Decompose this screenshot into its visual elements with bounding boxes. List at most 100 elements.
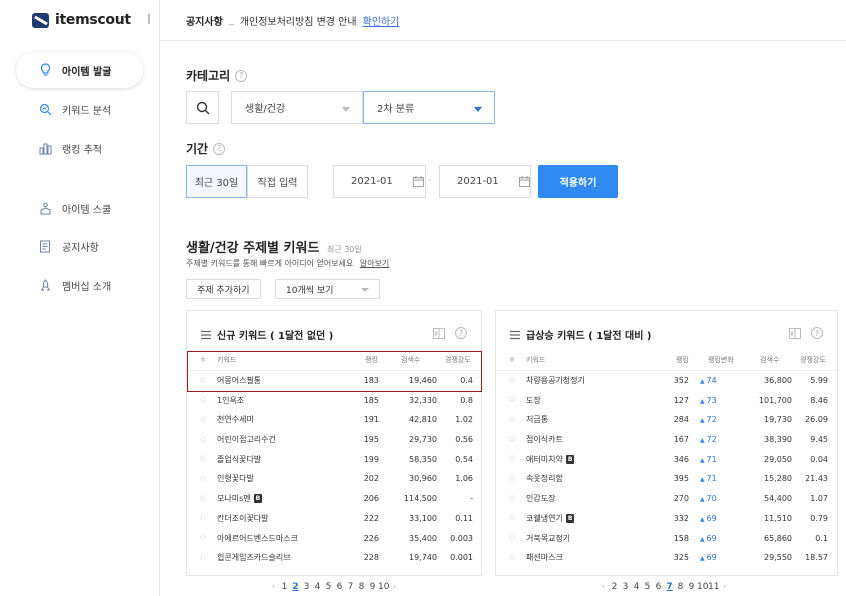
star-icon[interactable]: ☆ <box>199 494 207 504</box>
page-number[interactable]: 2 <box>609 582 620 592</box>
keyword-cell[interactable]: 도장 <box>526 395 541 406</box>
page-number[interactable]: 11 <box>708 582 719 592</box>
table-row[interactable]: ☆ 인형꽃다발 202 30,960 1.06 <box>187 469 481 489</box>
chevron-left-icon[interactable]: ‹ <box>598 582 609 592</box>
category-first-select[interactable]: 생활/건강 <box>231 91 363 124</box>
keyword-cell[interactable]: 속옷정리함 <box>526 473 563 484</box>
star-icon[interactable]: ☆ <box>508 435 516 445</box>
star-icon[interactable]: ☆ <box>508 474 516 484</box>
keyword-cell[interactable]: 어린이접고리수건 <box>217 434 276 445</box>
period-end-input[interactable]: 2021-01 <box>439 165 531 198</box>
table-row[interactable]: ☆ 코웰냉연기 B 332 ▲ 69 11,510 0.79 <box>496 509 837 529</box>
nav-item-notice[interactable]: 공지사항 <box>16 228 143 264</box>
star-icon[interactable]: ☆ <box>508 454 516 464</box>
star-icon[interactable]: ☆ <box>199 533 207 543</box>
header-competition[interactable]: 경쟁강도 <box>800 355 826 365</box>
page-number[interactable]: 3 <box>620 582 631 592</box>
table-row[interactable]: ☆ 차량용공기청정기 352 ▲ 74 36,800 5.99 <box>496 371 837 391</box>
nav-item-membership[interactable]: 멤버십 소개 <box>16 267 143 303</box>
keyword-cell[interactable]: 졸업식꽃다발 <box>217 454 261 465</box>
notice-link[interactable]: 확인하기 <box>363 13 400 28</box>
header-keyword[interactable]: 키워드 <box>526 355 545 365</box>
page-number[interactable]: 10 <box>697 582 708 592</box>
star-icon[interactable]: ☆ <box>508 533 516 543</box>
period-start-input[interactable]: 2021-01 <box>333 165 426 198</box>
page-number[interactable]: 8 <box>356 582 367 592</box>
add-theme-button[interactable]: 주제 추가하기 <box>186 279 261 299</box>
keyword-cell[interactable]: 인감도장 <box>526 493 555 504</box>
header-rank-change[interactable]: 랭킹변화 <box>708 355 734 365</box>
page-size-select[interactable]: 10개씩 보기 <box>275 279 380 299</box>
nav-item-discover[interactable]: 아이템 발굴 <box>16 52 143 88</box>
keyword-cell[interactable]: 애터미치약 B <box>526 454 575 465</box>
page-number[interactable]: 8 <box>675 582 686 592</box>
star-icon[interactable]: ☆ <box>508 395 516 405</box>
nav-item-school[interactable]: 아이템 스쿨 <box>16 190 143 226</box>
table-row[interactable]: ☆ 저금통 284 ▲ 72 19,730 26.09 <box>496 410 837 430</box>
star-icon[interactable]: ☆ <box>199 435 207 445</box>
table-row[interactable]: ☆ 접이식카트 167 ▲ 72 38,390 9.45 <box>496 430 837 450</box>
keyword-cell[interactable]: 모나미s펜 B <box>217 493 263 504</box>
page-number[interactable]: 6 <box>653 582 664 592</box>
table-row[interactable]: ☆ 아에르어드벤스드마스크 226 35,400 0.003 <box>187 528 481 548</box>
page-number[interactable]: 9 <box>367 582 378 592</box>
chevron-left-icon[interactable]: ‹ <box>268 582 279 592</box>
nav-item-rank-tracking[interactable]: 랭킹 추적 <box>16 130 143 166</box>
star-icon[interactable]: ☆ <box>199 553 207 563</box>
help-icon[interactable]: ? <box>811 327 823 339</box>
star-icon[interactable]: ☆ <box>199 395 207 405</box>
keyword-cell[interactable]: 1인욕조 <box>217 395 244 406</box>
star-icon[interactable]: ☆ <box>508 553 516 563</box>
excel-icon[interactable] <box>433 327 445 339</box>
header-search[interactable]: 검색수 <box>760 355 779 365</box>
table-row[interactable]: ☆ 1인욕조 185 32,330 0.8 <box>187 390 481 410</box>
table-row[interactable]: ☆ 힙콘게임즈카드슬리브 228 19,740 0.001 <box>187 548 481 568</box>
table-row[interactable]: ☆ 모나미s펜 B 206 114,500 - <box>187 489 481 509</box>
table-row[interactable]: ☆ 졸업식꽃다발 199 58,350 0.54 <box>187 449 481 469</box>
star-icon[interactable]: ☆ <box>508 376 516 386</box>
table-row[interactable]: ☆ 애터미치약 B 346 ▲ 71 29,050 0.04 <box>496 449 837 469</box>
sidebar-collapse-handle[interactable] <box>148 14 150 24</box>
table-row[interactable]: ☆ 거북목교정기 158 ▲ 69 65,860 0.1 <box>496 528 837 548</box>
page-number[interactable]: 3 <box>301 582 312 592</box>
page-number[interactable]: 5 <box>323 582 334 592</box>
star-icon[interactable]: ☆ <box>508 494 516 504</box>
page-number[interactable]: 7 <box>345 582 356 592</box>
star-icon[interactable]: ☆ <box>508 513 516 523</box>
table-row[interactable]: ☆ 칸더조이꽃다발 222 33,100 0.11 <box>187 509 481 529</box>
category-second-select[interactable]: 2차 분류 <box>363 91 495 124</box>
table-row[interactable]: ☆ 패션마스크 325 ▲ 69 29,550 18.57 <box>496 548 837 568</box>
table-row[interactable]: ☆ 인감도장 270 ▲ 70 54,400 1.07 <box>496 489 837 509</box>
star-icon[interactable]: ☆ <box>508 415 516 425</box>
period-custom-button[interactable]: 직접 입력 <box>247 165 308 198</box>
keyword-cell[interactable]: 힙콘게임즈카드슬리브 <box>217 552 291 563</box>
star-icon[interactable]: ☆ <box>199 454 207 464</box>
keyword-cell[interactable]: 아에르어드벤스드마스크 <box>217 533 298 544</box>
help-icon[interactable]: ? <box>455 327 467 339</box>
chevron-right-icon[interactable]: › <box>389 582 400 592</box>
table-row[interactable]: ☆ 속옷정리함 395 ▲ 71 15,280 21.43 <box>496 469 837 489</box>
table-row[interactable]: ☆ 천연수세미 191 42,810 1.02 <box>187 410 481 430</box>
keyword-cell[interactable]: 접이식카트 <box>526 434 563 445</box>
page-number[interactable]: 6 <box>334 582 345 592</box>
period-recent-button[interactable]: 최근 30일 <box>186 165 247 198</box>
keyword-cell[interactable]: 칸더조이꽃다발 <box>217 513 269 524</box>
star-icon[interactable]: ☆ <box>199 513 207 523</box>
excel-icon[interactable] <box>789 327 801 339</box>
keyword-cell[interactable]: 저금통 <box>526 414 548 425</box>
help-icon[interactable]: ? <box>213 142 226 155</box>
page-number[interactable]: 7 <box>664 582 675 592</box>
nav-item-keyword-analysis[interactable]: 키워드 분석 <box>16 91 143 127</box>
header-rank[interactable]: 랭킹 <box>676 355 689 365</box>
page-number[interactable]: 4 <box>631 582 642 592</box>
chevron-right-icon[interactable]: › <box>719 582 730 592</box>
keyword-cell[interactable]: 인형꽃다발 <box>217 473 254 484</box>
star-icon[interactable]: ☆ <box>199 415 207 425</box>
keyword-cell[interactable]: 패션마스크 <box>526 552 563 563</box>
page-number[interactable]: 1 <box>279 582 290 592</box>
page-number[interactable]: 10 <box>378 582 389 592</box>
page-number[interactable]: 5 <box>642 582 653 592</box>
help-icon[interactable]: ? <box>235 69 248 82</box>
keyword-cell[interactable]: 거북목교정기 <box>526 533 570 544</box>
page-number[interactable]: 2 <box>290 582 301 592</box>
